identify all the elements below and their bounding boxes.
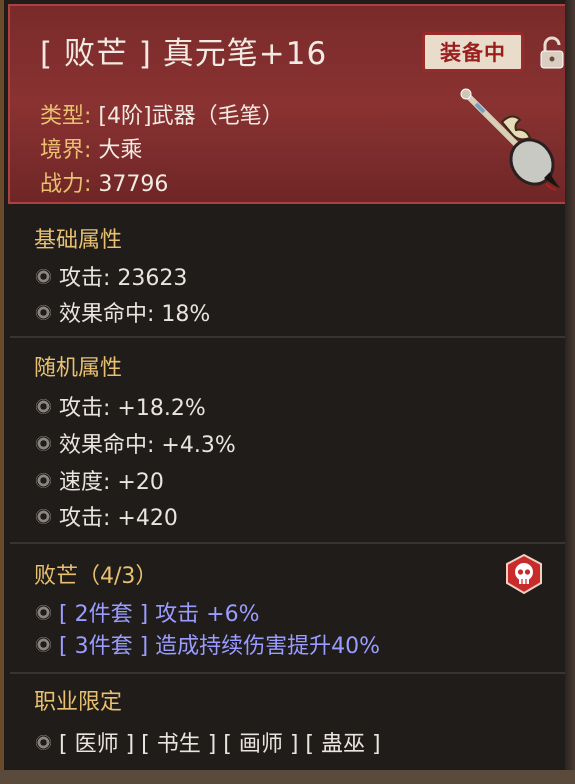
bullet-icon: [36, 304, 51, 320]
random-stats-title: 随机属性: [34, 356, 123, 381]
stat-text: 效果命中: 18%: [59, 302, 211, 327]
stat-text: 攻击: +18.2%: [59, 396, 206, 421]
random-stat-4: 攻击: +420: [36, 500, 178, 532]
bullet-icon: [36, 268, 51, 284]
item-power-row: 战力: 37796: [40, 166, 168, 198]
equipped-badge[interactable]: 装备中: [422, 32, 524, 72]
set-bonus-2pc: [ 2件套 ] 攻击 +6%: [36, 596, 259, 628]
stat-text: 攻击: +420: [59, 506, 178, 531]
random-stat-3: 速度: +20: [36, 464, 164, 496]
type-label: 类型:: [40, 104, 92, 129]
class-limit-list: [ 医师 ] [ 书生 ] [ 画师 ] [ 蛊巫 ]: [36, 726, 381, 758]
base-stat-hit: 效果命中: 18%: [36, 296, 210, 328]
item-realm-row: 境界: 大乘: [40, 132, 142, 164]
bullet-icon: [36, 734, 51, 750]
bullet-icon: [36, 604, 51, 620]
class-limit-section: 职业限定 [ 医师 ] [ 书生 ] [ 画师 ] [ 蛊巫 ]: [10, 674, 569, 770]
class-limit-text: [ 医师 ] [ 书生 ] [ 画师 ] [ 蛊巫 ]: [59, 732, 381, 757]
skull-icon[interactable]: [503, 553, 545, 595]
stat-text: 速度: +20: [59, 470, 164, 495]
bullet-icon: [36, 435, 51, 451]
set-bonus-title: 败芒（4/3）: [34, 564, 158, 589]
stat-text: 攻击: 23623: [59, 266, 188, 291]
random-stat-2: 效果命中: +4.3%: [36, 427, 236, 459]
base-stats-section: 基础属性 攻击: 23623 效果命中: 18%: [10, 206, 569, 338]
set-bonus-text: [ 3件套 ] 造成持续伤害提升40%: [59, 634, 381, 659]
stat-text: 效果命中: +4.3%: [59, 433, 236, 458]
lock-icon[interactable]: [538, 36, 566, 70]
random-stat-1: 攻击: +18.2%: [36, 390, 206, 422]
bullet-icon: [36, 472, 51, 488]
bullet-icon: [36, 636, 51, 652]
power-value: 37796: [98, 172, 169, 197]
set-bonus-text: [ 2件套 ] 攻击 +6%: [59, 602, 260, 627]
brush-weapon-icon: [460, 88, 560, 191]
base-stat-attack: 攻击: 23623: [36, 260, 187, 292]
item-type-row: 类型: [4阶]武器（毛笔）: [40, 98, 284, 130]
base-stats-title: 基础属性: [34, 228, 123, 253]
item-tooltip-panel: [ 败芒 ] 真元笔+16 装备中 类型: [4阶]武器（毛笔） 境界: 大乘 …: [0, 0, 575, 784]
set-bonus-3pc: [ 3件套 ] 造成持续伤害提升40%: [36, 628, 380, 660]
random-stats-section: 随机属性 攻击: +18.2% 效果命中: +4.3% 速度: +20 攻击: …: [10, 338, 569, 544]
class-limit-title: 职业限定: [34, 690, 123, 715]
set-bonus-section: 败芒（4/3） [ 2件套 ] 攻击 +6% [ 3件套 ] 造成持续伤害提升4…: [10, 544, 569, 674]
item-title: [ 败芒 ] 真元笔+16: [40, 36, 328, 72]
bullet-icon: [36, 508, 51, 524]
panel-bottom-edge: [0, 770, 575, 784]
item-header: [ 败芒 ] 真元笔+16 装备中 类型: [4阶]武器（毛笔） 境界: 大乘 …: [8, 4, 569, 204]
power-label: 战力:: [40, 172, 92, 197]
realm-label: 境界:: [40, 138, 92, 163]
bullet-icon: [36, 398, 51, 414]
realm-value: 大乘: [98, 138, 143, 163]
type-value: [4阶]武器（毛笔）: [98, 104, 284, 129]
panel-right-edge: [565, 0, 575, 784]
